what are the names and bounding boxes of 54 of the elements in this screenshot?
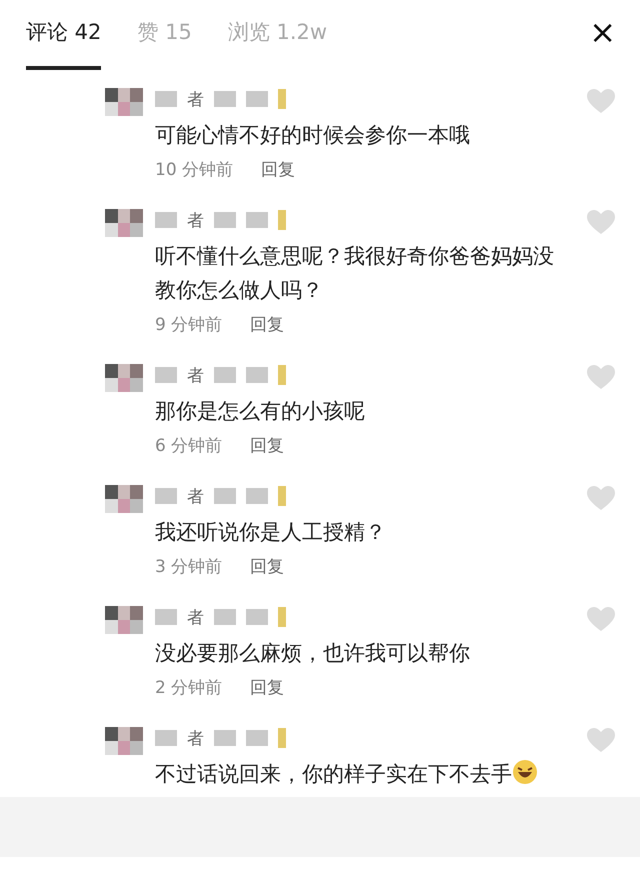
avatar[interactable]: [105, 727, 143, 755]
reply-link[interactable]: 回复: [250, 555, 284, 578]
level-badge: [278, 89, 286, 109]
avatar[interactable]: [105, 88, 143, 116]
blurred-name: [155, 91, 177, 107]
close-button[interactable]: ×: [589, 18, 616, 46]
comment-text: 那你是怎么有的小孩呢: [155, 398, 366, 425]
comment-time: 3 分钟前: [155, 556, 222, 578]
comment-time: 9 分钟前: [155, 314, 222, 336]
blurred-name: [246, 730, 268, 746]
level-badge: [278, 365, 286, 385]
reply-link[interactable]: 回复: [261, 158, 296, 181]
comment-time: 6 分钟前: [155, 435, 222, 457]
user-name[interactable]: 者: [187, 208, 204, 232]
blurred-name: [214, 488, 236, 504]
level-badge: [278, 210, 286, 230]
user-name[interactable]: 者: [187, 88, 204, 110]
level-badge: [278, 607, 286, 627]
reply-link[interactable]: 回复: [250, 434, 284, 457]
blurred-name: [214, 609, 236, 625]
blurred-name: [155, 730, 177, 746]
tab[interactable]: 评论 42: [26, 18, 102, 70]
comment-text: 没必要那么麻烦，也许我可以帮你: [155, 640, 471, 667]
avatar[interactable]: [105, 485, 143, 513]
blurred-name: [214, 367, 236, 383]
avatar[interactable]: [105, 364, 143, 392]
user-name[interactable]: 者: [187, 606, 204, 628]
comment-text: 我还听说你是人工授精？: [155, 519, 387, 546]
blurred-name: [246, 488, 268, 504]
blurred-name: [246, 367, 268, 383]
comment-text: 听不懂什么意思呢？我很好奇你爸爸妈妈没教你怎么做人吗？: [155, 243, 555, 304]
blurred-name: [246, 212, 268, 228]
comment-text: 可能心情不好的时候会参你一本哦: [155, 122, 471, 149]
blurred-name: [155, 212, 177, 228]
blurred-name: [214, 91, 236, 107]
comment-time: 10 分钟前: [155, 159, 234, 181]
user-name[interactable]: 者: [187, 726, 204, 750]
user-name[interactable]: 者: [187, 364, 204, 386]
blurred-name: [246, 609, 268, 625]
blurred-name: [155, 367, 177, 383]
level-badge: [278, 728, 286, 748]
reply-link[interactable]: 回复: [250, 313, 284, 336]
level-badge: [278, 486, 286, 506]
user-name[interactable]: 者: [187, 484, 204, 508]
blurred-name: [155, 609, 177, 625]
comment-time: 2 分钟前: [155, 677, 222, 699]
blurred-name: [214, 212, 236, 228]
blurred-name: [155, 488, 177, 504]
blurred-name: [214, 730, 236, 746]
avatar[interactable]: [105, 606, 143, 634]
avatar[interactable]: [105, 209, 143, 237]
blurred-name: [246, 91, 268, 107]
comment-text: 不过话说回来，你的样子实在下不去手: [155, 757, 555, 791]
reply-link[interactable]: 回复: [250, 676, 284, 699]
